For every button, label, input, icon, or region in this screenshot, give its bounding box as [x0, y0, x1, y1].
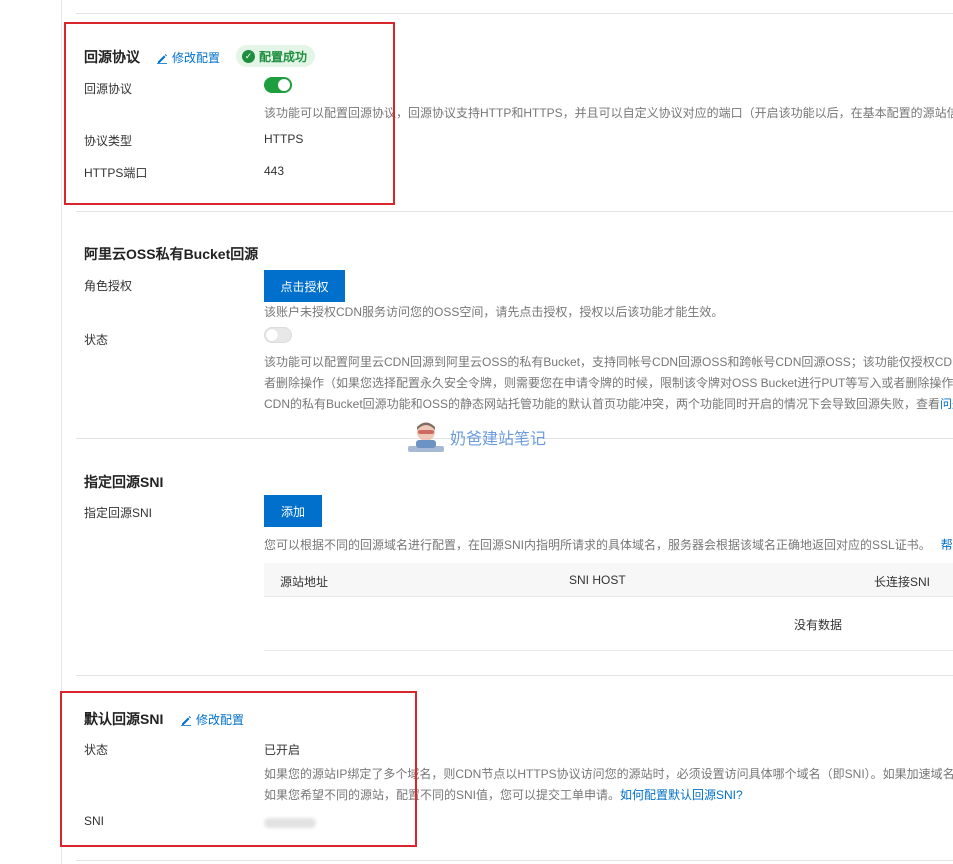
watermark: 奶爸建站笔记: [406, 420, 546, 454]
oss-status-label: 状态: [84, 333, 109, 347]
add-sni-button[interactable]: 添加: [264, 495, 322, 527]
default-sni-status-label: 状态: [84, 743, 109, 757]
sni-table: 源站地址 SNI HOST 长连接SNI 没有数据: [264, 563, 953, 651]
left-rail: [0, 0, 62, 864]
column-header-keepalive-sni: 长连接SNI: [874, 575, 931, 589]
toggle-knob: [266, 329, 278, 341]
oss-help-line-3: CDN的私有Bucket回源功能和OSS的静态网站托管功能的默认首页功能冲突，两…: [264, 394, 953, 414]
origin-protocol-toggle[interactable]: [264, 77, 292, 93]
pencil-icon: [157, 53, 167, 64]
section-title-oss-private-bucket: 阿里云OSS私有Bucket回源: [84, 246, 259, 262]
pencil-icon: [181, 715, 191, 726]
section-title-default-sni: 默认回源SNI: [84, 711, 164, 727]
column-header-sni-host: SNI HOST: [569, 573, 626, 587]
table-body: 没有数据: [264, 597, 953, 651]
specified-sni-help-text: 您可以根据不同的回源域名进行配置，在回源SNI内指明所请求的具体域名，服务器会根…: [264, 538, 931, 552]
edit-origin-protocol-link[interactable]: 修改配置: [156, 49, 220, 66]
edit-default-sni-link[interactable]: 修改配置: [180, 711, 244, 728]
specified-sni-label: 指定回源SNI: [84, 506, 153, 520]
status-badge-label: 配置成功: [259, 49, 308, 64]
origin-protocol-toggle-label: 回源协议: [84, 82, 133, 96]
default-sni-status-value: 已开启: [264, 743, 301, 757]
oss-help-link[interactable]: 问题: [940, 397, 953, 411]
https-port-label: HTTPS端口: [84, 166, 148, 180]
oss-help-line-1: 该功能可以配置阿里云CDN回源到阿里云OSS的私有Bucket，支持同帐号CDN…: [264, 355, 953, 369]
role-authorization-label: 角色授权: [84, 279, 133, 293]
table-header: 源站地址 SNI HOST 长连接SNI: [264, 563, 953, 597]
specified-sni-help: 您可以根据不同的回源域名进行配置，在回源SNI内指明所请求的具体域名，服务器会根…: [264, 535, 953, 555]
default-sni-help-line-2: 如果您希望不同的源站，配置不同的SNI值，您可以提交工单申请。如何配置默认回源S…: [264, 785, 743, 805]
edit-link-label: 修改配置: [196, 713, 245, 727]
protocol-type-value: HTTPS: [264, 132, 304, 146]
check-circle-icon: ✓: [242, 49, 255, 63]
origin-protocol-help-text: 该功能可以配置回源协议，回源协议支持HTTP和HTTPS，并且可以自定义协议对应…: [264, 106, 953, 120]
status-badge: ✓ 配置成功: [236, 45, 316, 67]
https-port-value: 443: [264, 164, 285, 178]
oss-help-line-2: 者删除操作（如果您选择配置永久安全令牌，则需要您在申请令牌的时候，限制该令牌对O…: [264, 376, 953, 390]
default-sni-help-line-2-text: 如果您希望不同的源站，配置不同的SNI值，您可以提交工单申请。: [264, 788, 621, 802]
divider: [76, 211, 953, 212]
empty-state-text: 没有数据: [794, 618, 843, 632]
authorize-button[interactable]: 点击授权: [264, 270, 345, 302]
oss-help-line-3-text: CDN的私有Bucket回源功能和OSS的静态网站托管功能的默认首页功能冲突，两…: [264, 397, 941, 411]
protocol-type-label: 协议类型: [84, 134, 133, 148]
sni-label: SNI: [84, 814, 105, 828]
section-title-specified-sni: 指定回源SNI: [84, 474, 164, 490]
edit-link-label: 修改配置: [172, 51, 221, 65]
oss-bucket-toggle[interactable]: [264, 327, 292, 343]
watermark-text: 奶爸建站笔记: [450, 429, 547, 448]
specified-sni-help-link[interactable]: 帮助: [941, 538, 953, 552]
divider: [76, 860, 953, 861]
section-title-origin-protocol: 回源协议: [84, 49, 140, 65]
role-help-text: 该账户未授权CDN服务访问您的OSS空间，请先点击授权，授权以后该功能才能生效。: [264, 305, 724, 319]
default-sni-help-line-1: 如果您的源站IP绑定了多个域名，则CDN节点以HTTPS协议访问您的源站时，必须…: [264, 767, 953, 781]
divider: [76, 675, 953, 676]
sni-value-redacted: [264, 818, 316, 828]
watermark-mascot-icon: [408, 422, 444, 452]
divider: [76, 13, 953, 14]
toggle-knob: [278, 79, 290, 91]
column-header-origin-address: 源站地址: [280, 575, 329, 589]
default-sni-help-link[interactable]: 如何配置默认回源SNI?: [620, 788, 743, 802]
